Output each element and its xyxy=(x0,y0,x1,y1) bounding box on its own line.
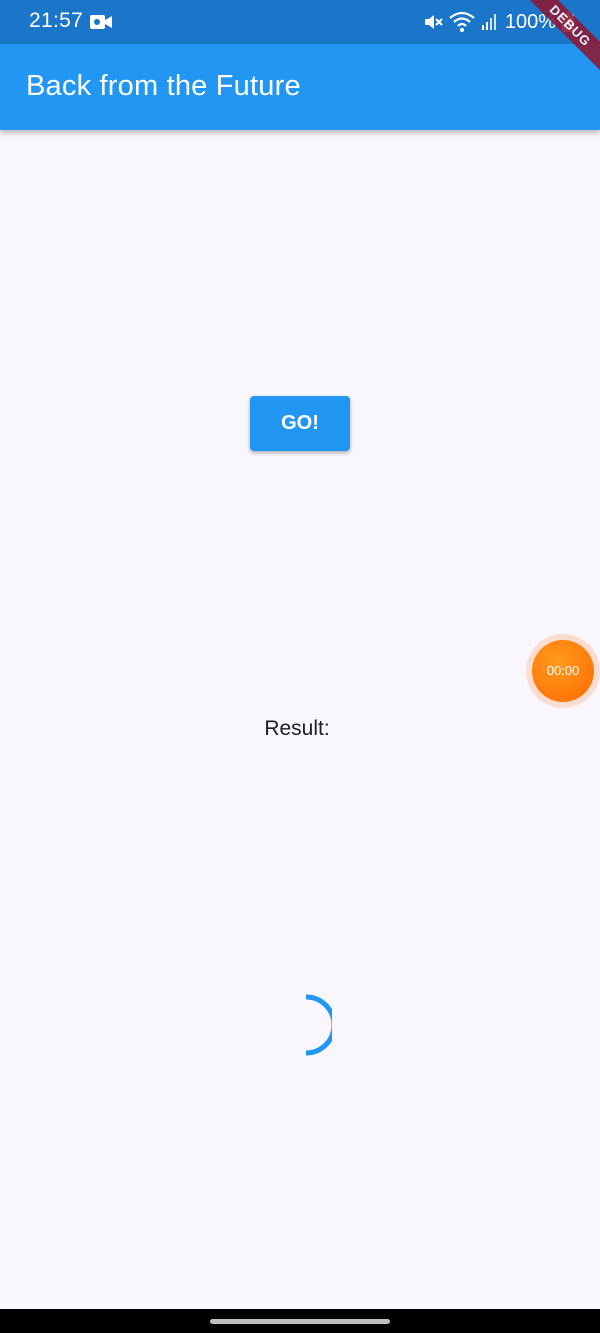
go-button[interactable]: GO! xyxy=(250,396,350,451)
result-label: Result: xyxy=(264,717,330,740)
signal-icon xyxy=(481,13,497,31)
home-gesture-handle[interactable] xyxy=(210,1319,390,1324)
status-bar: 21:57 100% xyxy=(0,0,600,44)
screen-recorder-timer-bubble[interactable]: 00:00 xyxy=(526,634,600,708)
video-camera-icon xyxy=(90,13,112,31)
loading-spinner-icon xyxy=(280,994,337,1056)
timer-label: 00:00 xyxy=(532,640,594,702)
app-bar: Back from the Future xyxy=(0,44,600,130)
mute-icon xyxy=(423,12,443,32)
status-time: 21:57 xyxy=(29,9,84,32)
page-title: Back from the Future xyxy=(26,70,301,102)
wifi-icon xyxy=(449,11,475,33)
system-navigation-bar xyxy=(0,1309,600,1333)
